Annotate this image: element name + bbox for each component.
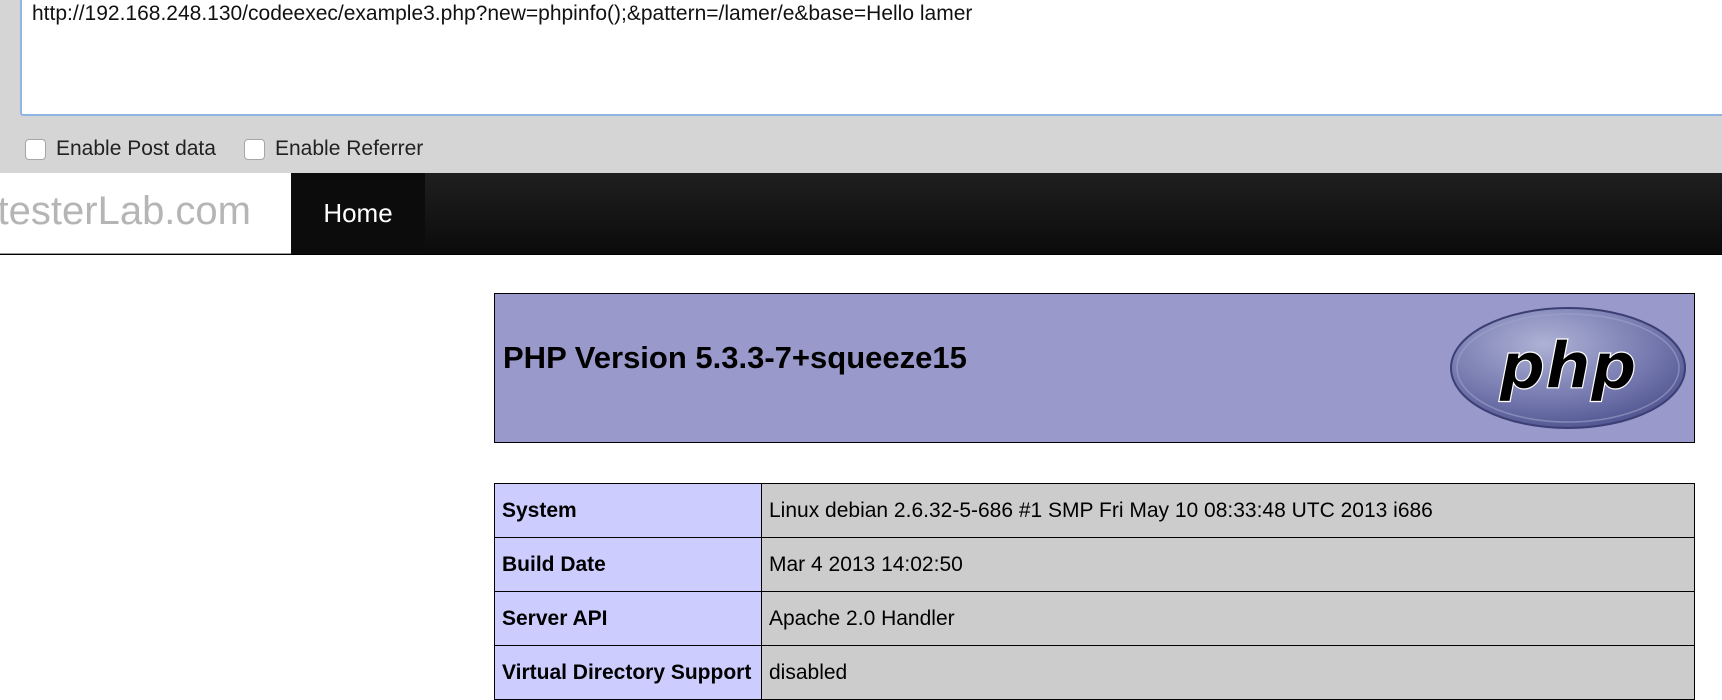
enable-referrer-checkbox[interactable] <box>244 138 265 160</box>
table-row: Virtual Directory Support disabled <box>494 645 1695 700</box>
enable-post-data-label[interactable]: Enable Post data <box>56 137 216 161</box>
row-value-server-api: Apache 2.0 Handler <box>761 591 1695 646</box>
phpinfo-table: System Linux debian 2.6.32-5-686 #1 SMP … <box>494 483 1695 700</box>
php-logo-icon: php <box>1450 307 1686 429</box>
row-value-build-date: Mar 4 2013 14:02:50 <box>761 537 1695 592</box>
row-value-system: Linux debian 2.6.32-5-686 #1 SMP Fri May… <box>761 483 1695 538</box>
url-text[interactable]: http://192.168.248.130/codeexec/example3… <box>32 2 972 26</box>
nav-home-link[interactable]: Home <box>291 173 425 254</box>
enable-referrer-option[interactable]: Enable Referrer <box>244 137 423 161</box>
brand-text[interactable]: PentesterLab.com <box>0 189 251 234</box>
url-textarea[interactable]: http://192.168.248.130/codeexec/example3… <box>20 0 1722 116</box>
brand-logo-link[interactable]: PentesterLab.com <box>0 173 291 254</box>
table-row: Build Date Mar 4 2013 14:02:50 <box>494 537 1695 592</box>
row-key-virtual-directory-support: Virtual Directory Support <box>494 645 762 700</box>
nav-home-label[interactable]: Home <box>323 198 392 229</box>
row-key-server-api: Server API <box>494 591 762 646</box>
site-navbar: PentesterLab.com Home <box>0 173 1722 255</box>
row-value-virtual-directory-support: disabled <box>761 645 1695 700</box>
enable-post-data-option[interactable]: Enable Post data <box>25 137 216 161</box>
php-version-title: PHP Version 5.3.3-7+squeeze15 <box>503 340 967 375</box>
row-key-build-date: Build Date <box>494 537 762 592</box>
enable-referrer-label[interactable]: Enable Referrer <box>275 137 423 161</box>
svg-text:php: php <box>1498 330 1636 404</box>
table-row: System Linux debian 2.6.32-5-686 #1 SMP … <box>494 483 1695 538</box>
row-key-system: System <box>494 483 762 538</box>
table-row: Server API Apache 2.0 Handler <box>494 591 1695 646</box>
phpinfo-header: PHP Version 5.3.3-7+squeeze15 php <box>494 293 1695 443</box>
enable-post-data-checkbox[interactable] <box>25 138 46 160</box>
hackbar-toolbar: http://192.168.248.130/codeexec/example3… <box>0 0 1722 173</box>
